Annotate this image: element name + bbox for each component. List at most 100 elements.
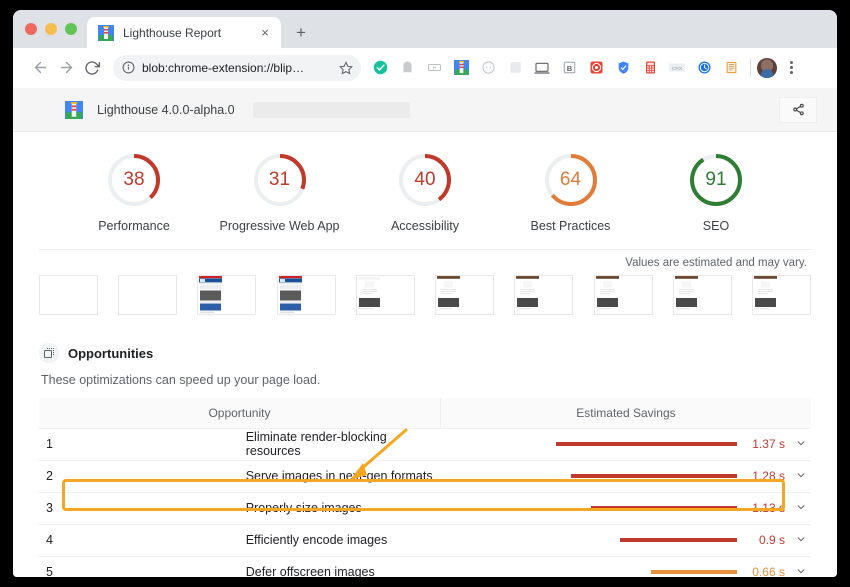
- close-window-button[interactable]: [25, 23, 37, 35]
- gauge-value: 31: [252, 152, 308, 208]
- gauge-value: 38: [106, 152, 162, 208]
- score-gauges: 38 Performance 31 Progressive Web App: [39, 132, 811, 250]
- report-body: 38 Performance 31 Progressive Web App: [13, 132, 837, 577]
- savings-value: 1.13 s: [747, 501, 785, 515]
- gauge-ring: 40: [397, 152, 453, 208]
- address-bar[interactable]: blob:chrome-extension://blip…: [113, 55, 361, 81]
- gauge-label: Accessibility: [391, 219, 459, 233]
- filmstrip-thumbnail[interactable]: [197, 275, 256, 315]
- lighthouse-icon[interactable]: [448, 55, 474, 81]
- gauge-best-practices[interactable]: 64 Best Practices: [506, 152, 636, 233]
- grammarly-icon[interactable]: [367, 55, 393, 81]
- thumbnail-image: [754, 276, 777, 314]
- savings-bar: [571, 474, 737, 478]
- filmstrip-thumbnail[interactable]: [118, 275, 177, 315]
- calculator-icon[interactable]: [637, 55, 663, 81]
- gauge-accessibility[interactable]: 40 Accessibility: [360, 152, 490, 233]
- gauge-performance[interactable]: 38 Performance: [69, 152, 199, 233]
- svg-text:CRX: CRX: [672, 66, 683, 72]
- row-savings: 1.28 s: [440, 460, 811, 492]
- noise-icon[interactable]: [502, 55, 528, 81]
- browser-window: Lighthouse Report × + blob:chrome-extens…: [13, 10, 837, 577]
- new-tab-button[interactable]: +: [287, 18, 315, 46]
- minimize-window-button[interactable]: [45, 23, 57, 35]
- back-button[interactable]: [27, 55, 53, 81]
- tab-title: Lighthouse Report: [123, 26, 248, 40]
- column-header-savings: Estimated Savings: [440, 398, 811, 428]
- lighthouse-report: Lighthouse 4.0.0-alpha.0 38: [13, 88, 837, 577]
- row-savings: 0.66 s: [440, 556, 811, 577]
- chevron-down-icon[interactable]: [795, 502, 807, 515]
- filmstrip-thumbnail[interactable]: [514, 275, 573, 315]
- star-icon[interactable]: [339, 61, 353, 75]
- filmstrip-thumbnail[interactable]: [277, 275, 336, 315]
- thumbnail-image: [596, 276, 619, 314]
- gauge-label: Best Practices: [531, 219, 611, 233]
- svg-text:r*: r*: [432, 65, 435, 70]
- window-icon[interactable]: [529, 55, 555, 81]
- opportunities-table: Opportunity Estimated Savings 1 Eliminat…: [39, 398, 811, 577]
- rating-icon[interactable]: r*: [421, 55, 447, 81]
- shield-icon[interactable]: [610, 55, 636, 81]
- window-controls: [21, 10, 87, 48]
- maximize-window-button[interactable]: [65, 23, 77, 35]
- savings-bar: [620, 538, 737, 542]
- gauge-ring: 38: [106, 152, 162, 208]
- savings-value: 1.37 s: [747, 437, 785, 451]
- reload-button[interactable]: [79, 55, 105, 81]
- filmstrip-thumbnail[interactable]: [39, 275, 98, 315]
- share-button[interactable]: [779, 97, 817, 123]
- row-name: Efficiently encode images: [240, 524, 441, 556]
- gauge-progressive-web-app[interactable]: 31 Progressive Web App: [215, 152, 345, 233]
- browser-toolbar: blob:chrome-extension://blip… r*: [13, 48, 837, 88]
- tab-strip: Lighthouse Report × +: [13, 10, 837, 48]
- browser-tab[interactable]: Lighthouse Report ×: [87, 17, 281, 48]
- clock-icon[interactable]: [691, 55, 717, 81]
- table-row[interactable]: 2 Serve images in next-gen formats 1.28 …: [39, 460, 811, 492]
- filmstrip-thumbnail[interactable]: [435, 275, 494, 315]
- close-tab-button[interactable]: ×: [257, 25, 273, 41]
- info-icon[interactable]: [122, 61, 135, 74]
- bold-b-icon[interactable]: B: [556, 55, 582, 81]
- row-name: Defer offscreen images: [240, 556, 441, 577]
- thumbnail-image: [675, 276, 698, 314]
- ghost-icon[interactable]: [394, 55, 420, 81]
- report-header: Lighthouse 4.0.0-alpha.0: [13, 88, 837, 132]
- thumbnail-image: [279, 276, 302, 314]
- gauge-label: Progressive Web App: [220, 219, 340, 233]
- table-row[interactable]: 5 Defer offscreen images 0.66 s: [39, 556, 811, 577]
- filmstrip-thumbnail[interactable]: [673, 275, 732, 315]
- filmstrip-thumbnail[interactable]: [752, 275, 811, 315]
- row-savings: 1.37 s: [440, 428, 811, 460]
- savings-bar: [556, 442, 737, 446]
- row-index: 4: [39, 524, 240, 556]
- forward-button[interactable]: [53, 55, 79, 81]
- url-placeholder: [253, 102, 410, 118]
- chevron-down-icon[interactable]: [795, 534, 807, 547]
- savings-bar: [651, 570, 737, 574]
- filmstrip-thumbnail[interactable]: [356, 275, 415, 315]
- lighthouse-version: Lighthouse 4.0.0-alpha.0: [97, 103, 235, 117]
- thumbnail-image: [516, 276, 539, 314]
- profile-avatar[interactable]: [757, 58, 777, 78]
- gauge-seo[interactable]: 91 SEO: [651, 152, 781, 233]
- row-index: 2: [39, 460, 240, 492]
- table-row[interactable]: 3 Properly size images 1.13 s: [39, 492, 811, 524]
- extensions-row: r* B: [367, 55, 829, 81]
- filmstrip-thumbnail[interactable]: [594, 275, 653, 315]
- target-icon[interactable]: [583, 55, 609, 81]
- chevron-down-icon[interactable]: [795, 438, 807, 451]
- book-icon[interactable]: [718, 55, 744, 81]
- toolbar-divider: [750, 59, 751, 77]
- crx-icon[interactable]: CRX: [664, 55, 690, 81]
- row-savings: 1.13 s: [440, 492, 811, 524]
- table-row[interactable]: 1 Eliminate render-blocking resources 1.…: [39, 428, 811, 460]
- gauge-value: 91: [688, 152, 744, 208]
- browser-menu-button[interactable]: [780, 55, 802, 81]
- chevron-down-icon[interactable]: [795, 470, 807, 483]
- table-header-row: Opportunity Estimated Savings: [39, 398, 811, 428]
- gauge-label: SEO: [703, 219, 729, 233]
- chevron-down-icon[interactable]: [795, 566, 807, 578]
- circle-icon[interactable]: [475, 55, 501, 81]
- table-row-highlighted[interactable]: 4 Efficiently encode images 0.9 s: [39, 524, 811, 556]
